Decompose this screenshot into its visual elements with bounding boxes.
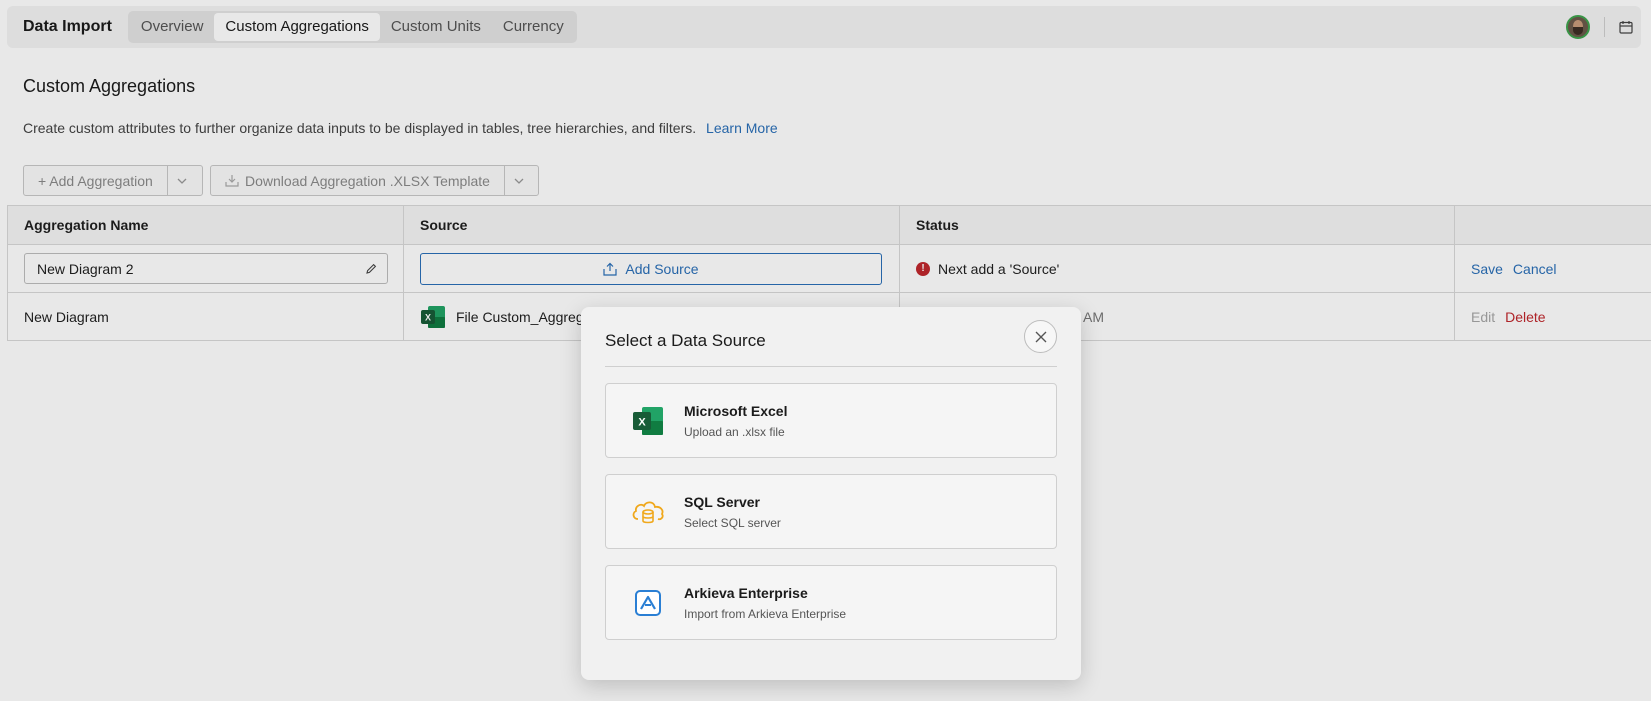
option-text: Arkieva Enterprise Import from Arkieva E… (684, 585, 846, 621)
option-icon-wrap (630, 494, 666, 530)
option-microsoft-excel[interactable]: X Microsoft Excel Upload an .xlsx file (605, 383, 1057, 458)
svg-text:X: X (638, 416, 646, 428)
option-sql-server[interactable]: SQL Server Select SQL server (605, 474, 1057, 549)
option-subtitle: Import from Arkieva Enterprise (684, 606, 847, 621)
option-title: SQL Server (684, 493, 761, 510)
option-subtitle: Select SQL server (684, 515, 781, 530)
sql-server-icon (632, 500, 664, 523)
option-text: Microsoft Excel Upload an .xlsx file (684, 403, 787, 439)
select-data-source-modal: Select a Data Source X Microsoft Excel U… (581, 307, 1081, 680)
close-button[interactable] (1024, 320, 1057, 353)
modal-title: Select a Data Source (605, 331, 766, 350)
option-subtitle: Upload an .xlsx file (684, 424, 785, 439)
option-text: SQL Server Select SQL server (684, 494, 781, 530)
option-title: Microsoft Excel (684, 402, 788, 419)
option-icon-wrap (630, 585, 666, 621)
option-icon-wrap: X (630, 403, 666, 439)
close-icon (1035, 331, 1046, 342)
modal-divider (605, 366, 1057, 367)
option-title: Arkieva Enterprise (684, 584, 808, 601)
option-arkieva-enterprise[interactable]: Arkieva Enterprise Import from Arkieva E… (605, 565, 1057, 640)
excel-icon: X (633, 406, 663, 435)
arkieva-icon (635, 589, 661, 616)
